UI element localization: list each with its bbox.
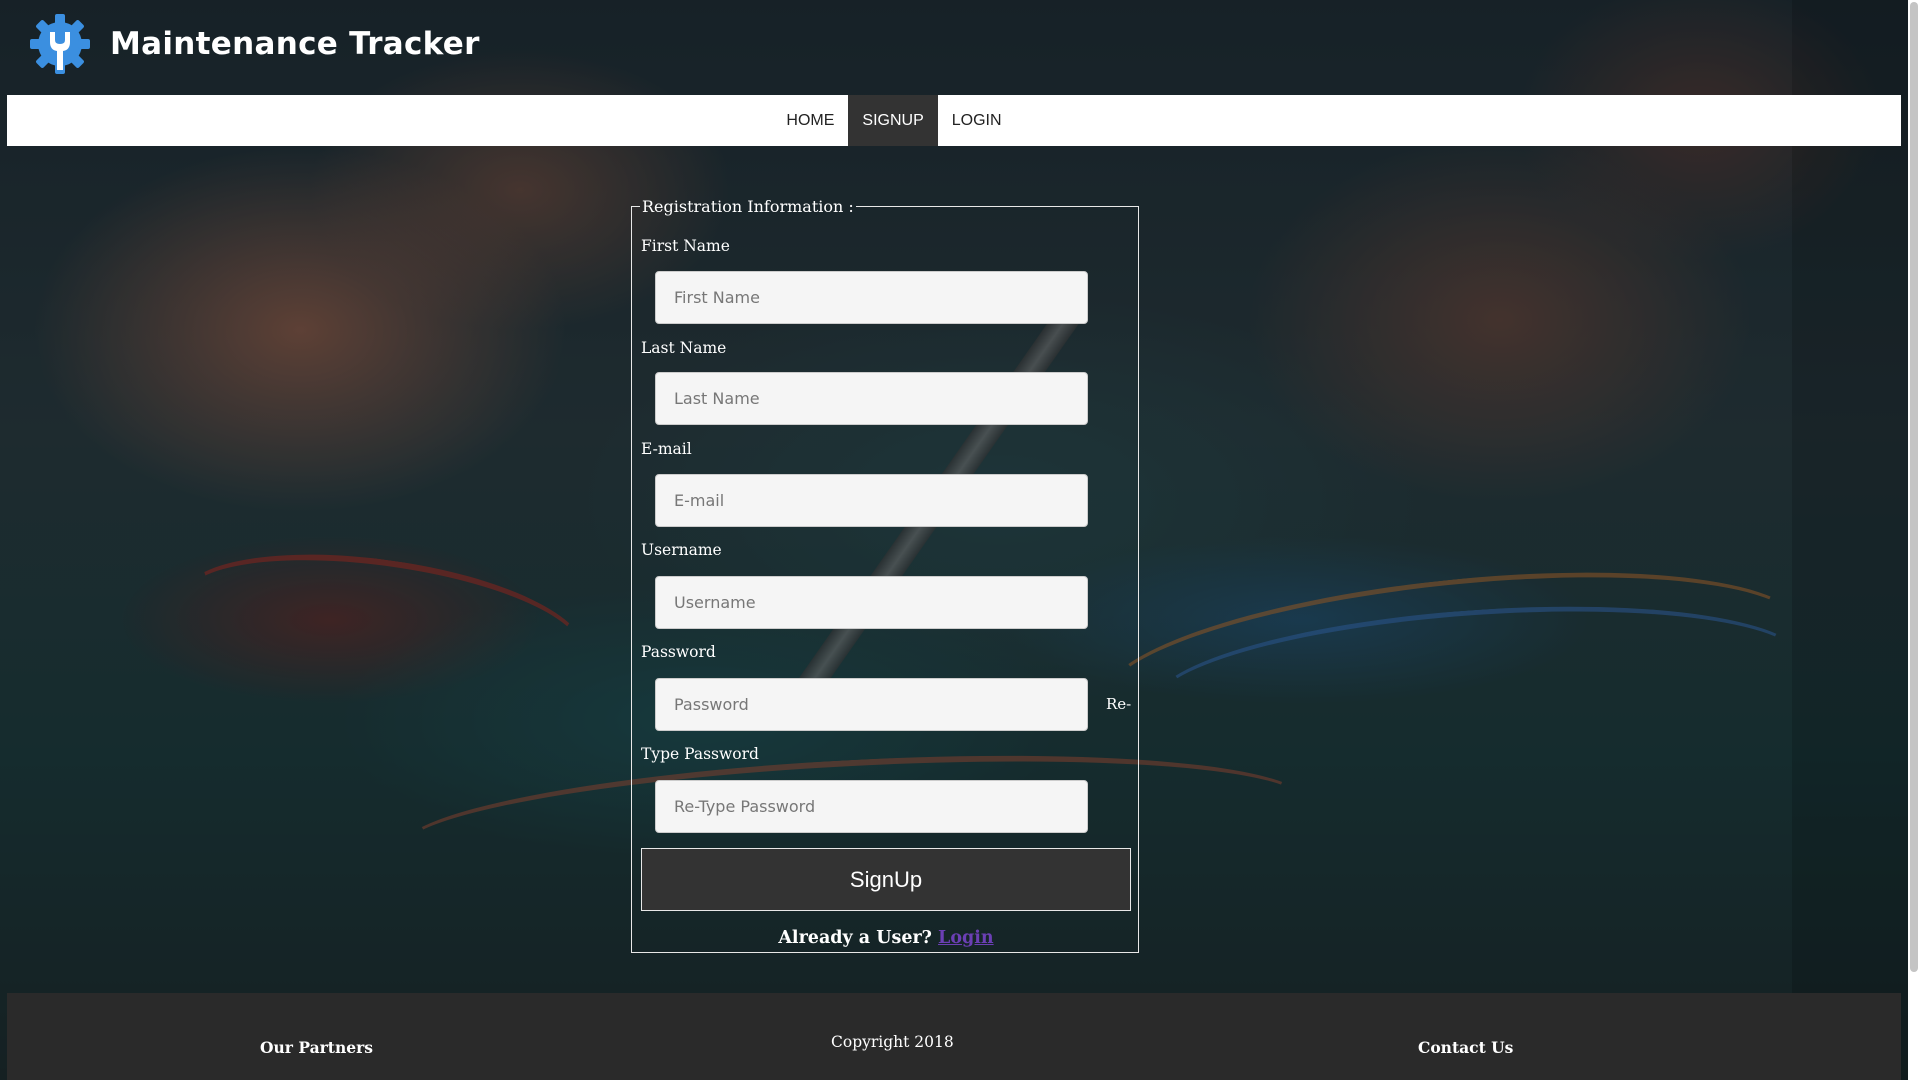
nav-spacer	[1016, 95, 1136, 146]
username-input[interactable]	[655, 576, 1088, 629]
retype-password-label: Type Password	[641, 745, 759, 763]
app-title: Maintenance Tracker	[110, 26, 480, 62]
username-label: Username	[641, 541, 722, 559]
first-name-label: First Name	[641, 237, 730, 255]
password-label: Password	[641, 643, 716, 661]
footer: Our Partners Copyright 2018 Contact Us	[7, 993, 1901, 1080]
gear-wrench-icon	[30, 14, 90, 74]
retype-password-input[interactable]	[655, 780, 1088, 833]
nav-signup[interactable]: SIGNUP	[848, 95, 938, 146]
password-input[interactable]	[655, 678, 1088, 731]
nav-bar: HOME SIGNUP LOGIN	[7, 95, 1901, 146]
first-name-input[interactable]	[655, 271, 1088, 324]
nav-login[interactable]: LOGIN	[938, 95, 1016, 146]
signup-button[interactable]: SignUp	[641, 848, 1131, 911]
nav-home[interactable]: HOME	[772, 95, 848, 146]
email-input[interactable]	[655, 474, 1088, 527]
footer-copyright: Copyright 2018	[831, 1033, 954, 1051]
form-legend: Registration Information :	[642, 197, 854, 216]
already-user-row: Already a User? Login	[632, 928, 1140, 948]
registration-form: Registration Information : First Name La…	[631, 197, 1139, 953]
login-link[interactable]: Login	[938, 928, 994, 948]
retype-label-prefix: Re-	[1106, 695, 1132, 713]
footer-partners-heading: Our Partners	[260, 1038, 373, 1057]
already-user-text: Already a User?	[778, 928, 932, 948]
scrollbar[interactable]	[1908, 0, 1920, 1080]
brand: Maintenance Tracker	[28, 12, 480, 76]
last-name-label: Last Name	[641, 339, 727, 357]
last-name-input[interactable]	[655, 372, 1088, 425]
scrollbar-thumb[interactable]	[1910, 2, 1918, 972]
email-label: E-mail	[641, 440, 692, 458]
footer-contact-heading: Contact Us	[1418, 1038, 1514, 1057]
